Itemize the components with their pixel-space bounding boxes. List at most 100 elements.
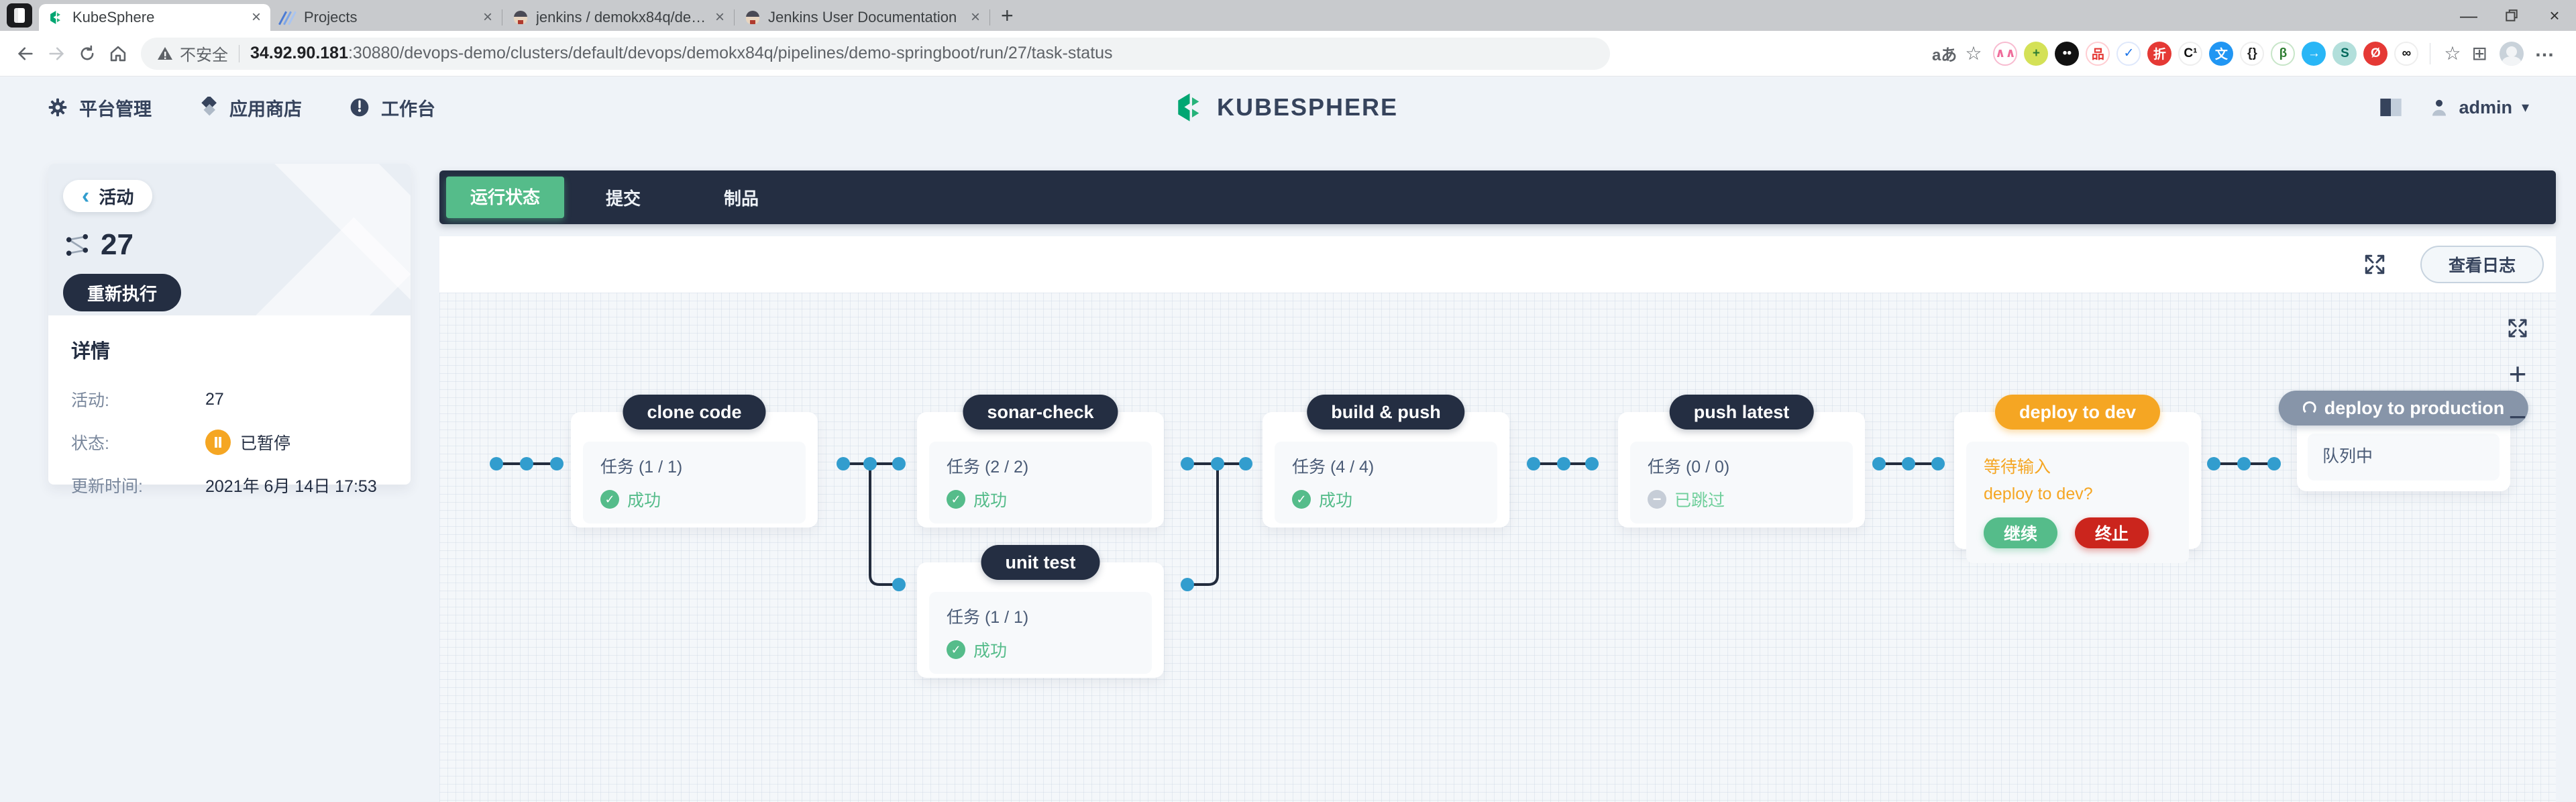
tab-artifacts[interactable]: 制品	[682, 185, 800, 210]
run-sidebar-banner: ‹ 活动 27 重新执行	[48, 164, 411, 315]
stage-body: 任务 (2 / 2) ✓ 成功	[929, 442, 1152, 523]
browser-address-bar: 不安全 34.92.90.181:30880/devops-demo/clust…	[0, 31, 2576, 77]
zoom-in-icon[interactable]: +	[2509, 362, 2527, 386]
home-icon[interactable]	[105, 40, 131, 67]
stage-body: 任务 (4 / 4) ✓ 成功	[1275, 442, 1497, 523]
status-text: 已跳过	[1674, 487, 1725, 511]
app-store-icon	[199, 97, 219, 118]
tab-commits[interactable]: 提交	[564, 185, 682, 210]
rerun-button[interactable]: 重新执行	[63, 274, 181, 311]
pipeline-icon	[64, 234, 90, 256]
detail-row-activity: 活动: 27	[71, 384, 388, 415]
tab-jenkins-job[interactable]: jenkins / demokx84q/demo-sprin ×	[502, 4, 734, 31]
chevron-down-icon: ▾	[2522, 99, 2529, 116]
translate-icon[interactable]: aあ	[1932, 42, 1957, 65]
browser-profile-avatar[interactable]	[2500, 42, 2524, 66]
forward-icon[interactable]	[43, 40, 70, 67]
minimize-button[interactable]: —	[2447, 0, 2490, 31]
extension-icon[interactable]: Ø	[2363, 42, 2387, 66]
workspaces-glyph	[14, 8, 25, 23]
user-menu[interactable]: admin ▾	[2429, 97, 2529, 118]
favorite-star-icon[interactable]: ☆	[1965, 42, 1982, 64]
stage-card-build-push[interactable]: build & push 任务 (4 / 4) ✓ 成功	[1263, 412, 1509, 528]
extension-icon[interactable]: ∞	[2394, 42, 2418, 66]
nav-app-store[interactable]: 应用商店	[199, 95, 302, 121]
stage-status: − 已跳过	[1648, 487, 1835, 511]
refresh-icon[interactable]	[74, 40, 101, 67]
tab-close-icon[interactable]: ×	[971, 8, 980, 27]
fullscreen-icon[interactable]	[2506, 317, 2529, 343]
docs-icon[interactable]	[2379, 97, 2402, 117]
tab-kubesphere[interactable]: KubeSphere ×	[39, 4, 270, 31]
expand-icon[interactable]	[2363, 252, 2387, 277]
stage-card-sonar-check[interactable]: sonar-check 任务 (2 / 2) ✓ 成功	[917, 412, 1164, 528]
stage-card-clone-code[interactable]: clone code 任务 (1 / 1) ✓ 成功	[571, 412, 818, 528]
nav-workbench[interactable]: 工作台	[349, 95, 435, 121]
detail-row-status: 状态: 已暂停	[71, 427, 388, 458]
close-button[interactable]: ×	[2533, 0, 2576, 31]
tab-task-status[interactable]: 运行状态	[446, 177, 564, 218]
waiting-input-text: 等待输入	[1984, 454, 2171, 478]
extension-icon[interactable]: ✓	[2116, 42, 2141, 66]
zoom-out-icon[interactable]: −	[2509, 405, 2527, 429]
browser-workspaces-icon[interactable]	[7, 3, 32, 28]
extension-icon[interactable]: →	[2302, 42, 2326, 66]
restore-button[interactable]	[2490, 0, 2533, 31]
browser-tab-strip: KubeSphere × Projects × jenkins / demokx…	[0, 0, 2576, 31]
favorites-bar-icon[interactable]: ☆	[2444, 42, 2461, 64]
browser-menu-icon[interactable]: …	[2534, 39, 2555, 62]
jenkins-favicon	[745, 10, 760, 25]
extension-icon[interactable]: C¹	[2178, 42, 2202, 66]
new-tab-button[interactable]: +	[1001, 5, 1014, 26]
stage-card-push-latest[interactable]: push latest 任务 (0 / 0) − 已跳过	[1618, 412, 1865, 528]
tab-jenkins-docs[interactable]: Jenkins User Documentation ×	[735, 4, 989, 31]
stage-name: deploy to production	[2324, 398, 2504, 419]
stage-body: 任务 (1 / 1) ✓ 成功	[583, 442, 806, 523]
stage-tasks: 任务 (2 / 2)	[947, 454, 1134, 478]
extension-icon[interactable]: 折	[2147, 42, 2171, 66]
stage-card-deploy-to-production[interactable]: deploy to production 队列中	[2297, 408, 2510, 491]
view-logs-button[interactable]: 查看日志	[2420, 246, 2544, 283]
stage-status: ✓ 成功	[1292, 487, 1480, 511]
security-label[interactable]: 不安全	[180, 42, 228, 65]
tab-close-icon[interactable]: ×	[715, 8, 724, 27]
stage-tasks: 任务 (1 / 1)	[600, 454, 788, 478]
nav-label: 应用商店	[229, 95, 302, 121]
extension-icon[interactable]: β	[2271, 42, 2295, 66]
url-text[interactable]: 34.92.90.181:30880/devops-demo/clusters/…	[250, 44, 1113, 63]
stage-card-unit-test[interactable]: unit test 任务 (1 / 1) ✓ 成功	[917, 562, 1164, 678]
run-tabs: 运行状态 提交 制品	[439, 170, 2556, 224]
tab-close-icon[interactable]: ×	[483, 8, 492, 27]
extension-icon[interactable]: ••	[2055, 42, 2079, 66]
abort-button[interactable]: 终止	[2075, 517, 2149, 548]
back-label: 活动	[99, 184, 133, 209]
extension-icon[interactable]: 品	[2086, 42, 2110, 66]
extension-icon[interactable]: ∧∧	[1993, 42, 2017, 66]
stage-badge[interactable]: deploy to dev	[1995, 395, 2160, 430]
back-to-activity-button[interactable]: ‹ 活动	[63, 180, 152, 212]
stage-badge[interactable]: unit test	[981, 545, 1100, 580]
collections-icon[interactable]: ⊞	[2472, 42, 2487, 64]
tab-title: KubeSphere	[72, 9, 245, 26]
extension-icon[interactable]: +	[2024, 42, 2048, 66]
stage-badge[interactable]: sonar-check	[963, 395, 1118, 430]
tab-projects[interactable]: Projects ×	[270, 4, 502, 31]
tab-separator	[989, 9, 990, 26]
back-icon[interactable]	[12, 40, 39, 67]
kubesphere-logo-mark	[1178, 92, 1206, 123]
stage-badge[interactable]: clone code	[623, 395, 765, 430]
extension-icon[interactable]: 文	[2209, 42, 2233, 66]
stage-badge[interactable]: deploy to production	[2279, 391, 2528, 425]
url-field[interactable]: 不安全 34.92.90.181:30880/devops-demo/clust…	[141, 38, 1610, 70]
tab-close-icon[interactable]: ×	[252, 8, 261, 27]
pipeline-canvas[interactable]: + −	[439, 293, 2556, 802]
extension-icon[interactable]: {}	[2240, 42, 2264, 66]
queued-text: 队列中	[2322, 443, 2485, 467]
window-controls: — ×	[2447, 0, 2576, 31]
stage-badge[interactable]: push latest	[1670, 395, 1814, 430]
proceed-button[interactable]: 继续	[1984, 517, 2057, 548]
extension-icon[interactable]: S	[2332, 42, 2357, 66]
nav-platform-management[interactable]: 平台管理	[47, 95, 152, 121]
stage-card-deploy-to-dev[interactable]: deploy to dev 等待输入 deploy to dev? 继续 终止	[1954, 412, 2201, 549]
stage-badge[interactable]: build & push	[1307, 395, 1464, 430]
